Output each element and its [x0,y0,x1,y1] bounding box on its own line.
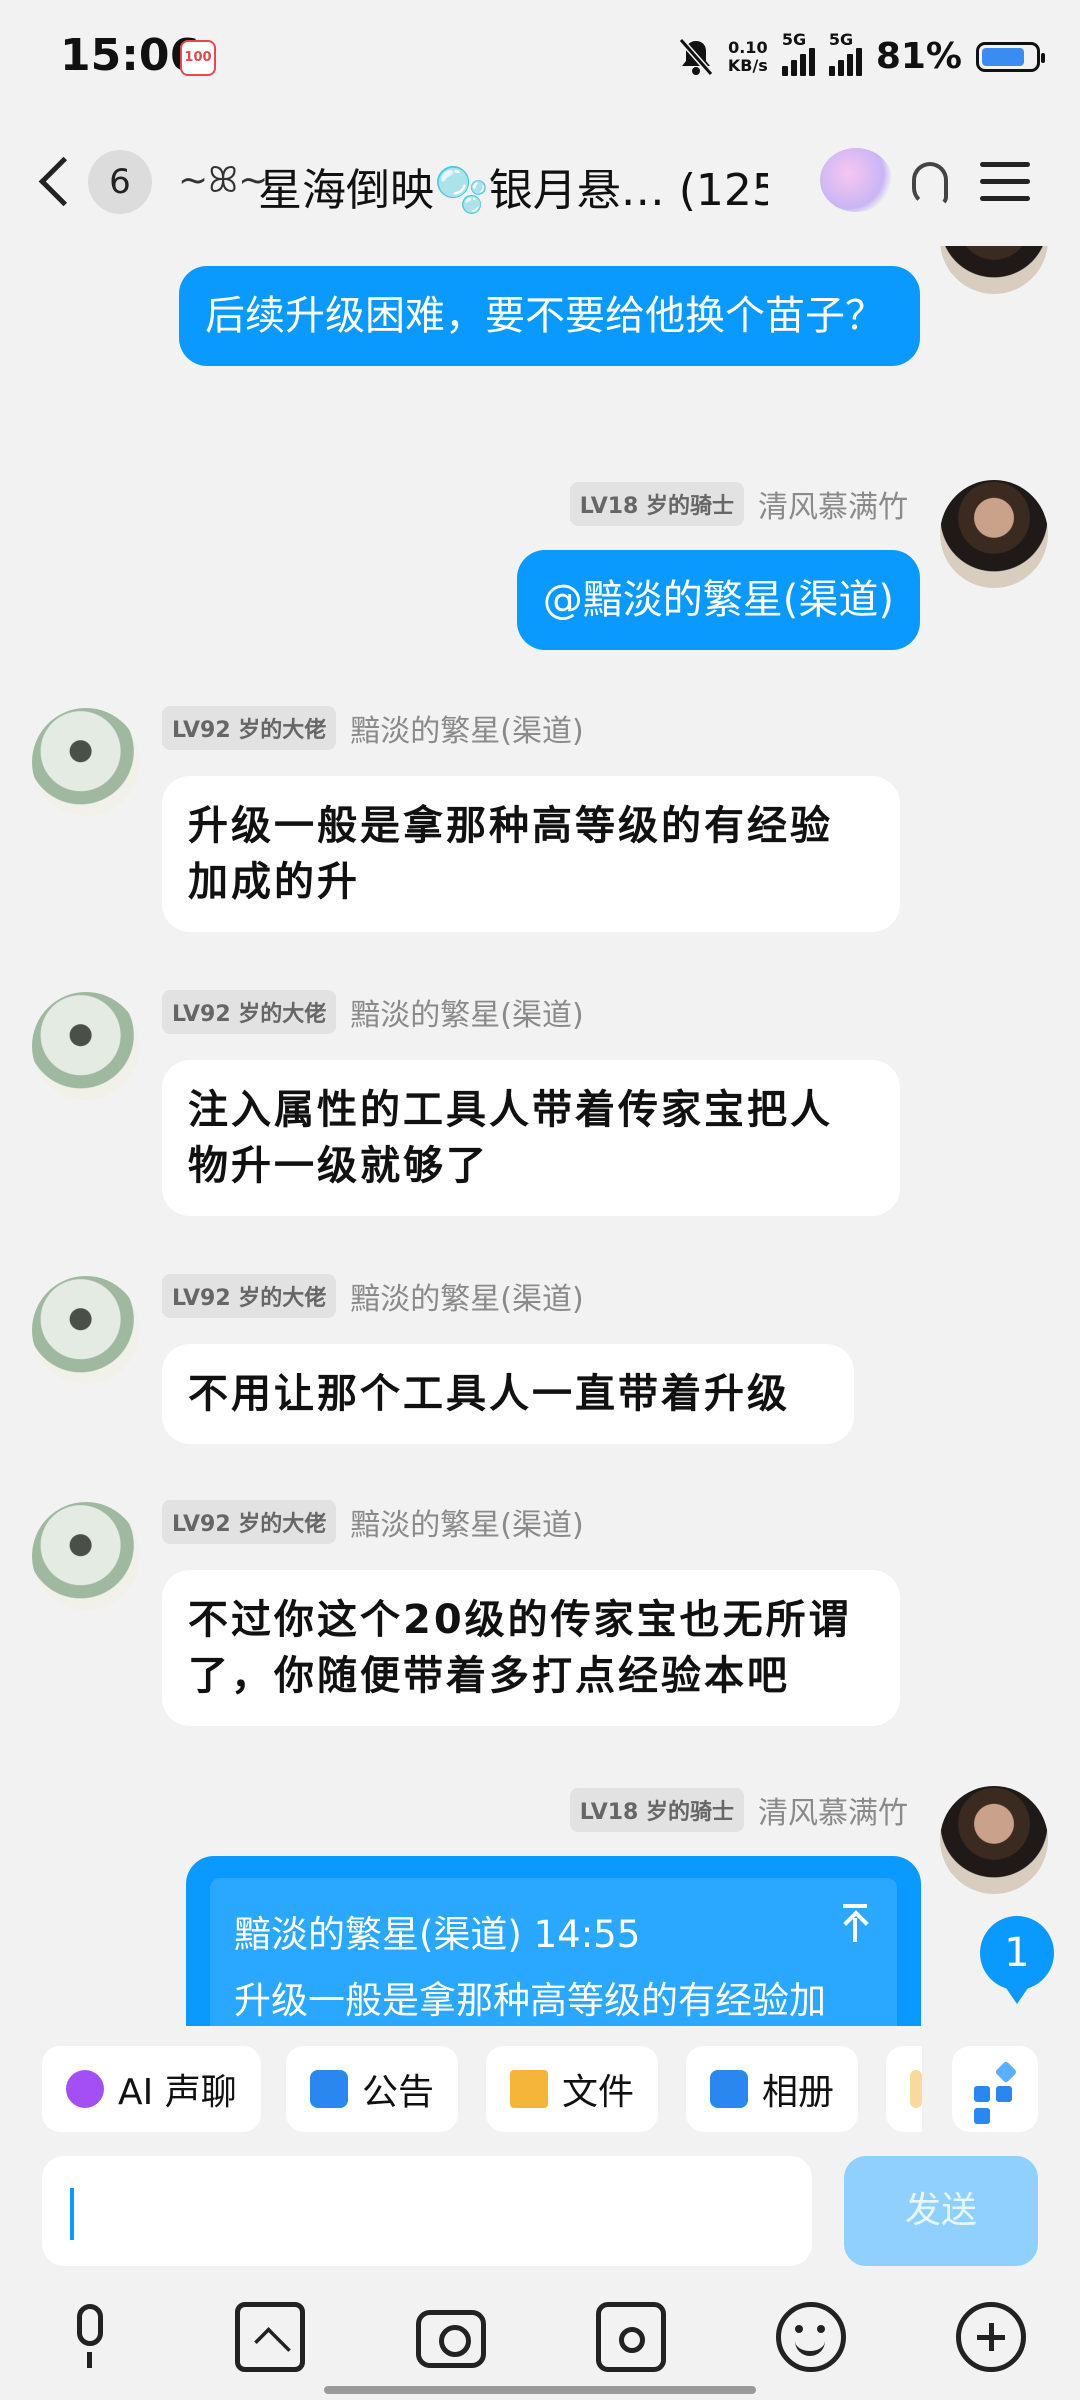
avatar[interactable] [32,1276,140,1384]
group-title[interactable]: 星海倒映🫧银月悬… (1253) [258,154,768,218]
message-input[interactable] [42,2156,812,2266]
battery-icon [976,41,1045,72]
album-button[interactable]: 相册 [686,2046,859,2132]
ai-voice-button[interactable]: AI 声聊 [42,2046,261,2132]
message-bubble[interactable]: @黯淡的繁星(渠道) [516,550,920,650]
notification-app-icon: 100 [180,40,216,76]
folder-icon [510,2070,548,2108]
menu-icon[interactable] [980,162,1030,202]
image-icon[interactable] [235,2302,305,2372]
sender-meta: LV18 岁的骑士 清风慕满竹 [569,482,908,526]
jump-to-original-icon[interactable] [835,1904,875,1944]
bell-off-icon [678,37,714,76]
sender-name[interactable]: 黯淡的繁星(渠道) [350,990,583,1034]
quick-action-label: 相册 [762,2072,835,2113]
home-indicator[interactable] [324,2386,756,2394]
unread-count-badge[interactable]: 6 [88,150,152,214]
avatar[interactable] [32,1502,140,1610]
group-mascot-icon[interactable] [820,148,892,212]
more-quick-action-button[interactable] [886,2046,922,2132]
sender-meta: LV92 岁的大佬 黯淡的繁星(渠道) [162,706,584,750]
more-action-icon [910,2070,922,2108]
message-bubble[interactable]: 不用让那个工具人一直带着升级 [162,1344,854,1444]
quick-action-label: 公告 [362,2072,435,2113]
quick-action-label: 文件 [562,2072,635,2113]
sender-meta: LV18 岁的骑士 清风慕满竹 [569,1788,908,1832]
avatar[interactable] [32,708,140,816]
group-decoration-icon: ~ꕤ~ [178,160,269,201]
ear-icon[interactable] [912,162,948,206]
message-list[interactable]: 后续升级困难，要不要给他换个苗子？ LV18 岁的骑士 清风慕满竹 @黯淡的繁星… [0,246,1080,2026]
sender-meta: LV92 岁的大佬 黯淡的繁星(渠道) [162,990,584,1034]
chat-header: 6 ~ꕤ~ 星海倒映🫧银月悬… (1253) [0,120,1080,246]
ai-voice-icon [66,2070,104,2108]
input-panel: AI 声聊 公告 文件 相册 发送 [0,2026,1080,2400]
send-button[interactable]: 发送 [844,2156,1038,2266]
avatar[interactable] [940,1786,1048,1894]
message-bubble[interactable]: 升级一般是拿那种高等级的有经验加成的升 [162,776,900,932]
battery-percent: 81% [875,36,962,77]
sender-name[interactable]: 黯淡的繁星(渠道) [350,1274,583,1318]
sender-name[interactable]: 黯淡的繁星(渠道) [350,1500,583,1544]
signal-sim2-icon: 5G [828,30,862,76]
quick-action-bar[interactable]: AI 声聊 公告 文件 相册 [42,2046,922,2136]
status-bar: 15:06 100 0.10 KB/s 5G 5G 81% [0,0,1080,120]
sender-meta: LV92 岁的大佬 黯淡的繁星(渠道) [162,1500,584,1544]
network-speed: 0.10 KB/s [727,37,768,75]
message-bubble[interactable]: 后续升级困难，要不要给他换个苗子？ [179,266,920,366]
message-bubble[interactable]: 不过你这个20级的传家宝也无所谓了，你随便带着多打点经验本吧 [162,1570,900,1726]
level-badge: LV92 岁的大佬 [162,990,337,1034]
files-button[interactable]: 文件 [486,2046,659,2132]
back-icon[interactable] [36,152,76,212]
quick-action-label: AI 声聊 [118,2072,237,2113]
level-badge: LV18 岁的骑士 [569,482,744,526]
apps-grid-button[interactable] [952,2046,1038,2132]
signal-sim1-icon: 5G [781,30,815,76]
level-badge: LV92 岁的大佬 [162,1500,337,1544]
level-badge: LV92 岁的大佬 [162,706,337,750]
sender-name[interactable]: 清风慕满竹 [758,1788,908,1832]
announcement-button[interactable]: 公告 [286,2046,459,2132]
message-bubble[interactable]: 注入属性的工具人带着传家宝把人物升一级就够了 [162,1060,900,1216]
level-badge: LV92 岁的大佬 [162,1274,337,1318]
sender-name[interactable]: 清风慕满竹 [758,482,908,526]
status-indicators: 0.10 KB/s 5G 5G 81% [678,30,1045,77]
new-message-badge[interactable]: 1 [980,1916,1054,2004]
quoted-sender-time: 黯淡的繁星(渠道) 14:55 [234,1913,641,1956]
text-cursor [70,2188,74,2240]
red-packet-icon[interactable] [596,2302,666,2372]
quote-reply-bubble[interactable]: 黯淡的繁星(渠道) 14:55 升级一般是拿那种高等级的有经验加 [186,1856,921,2026]
emoji-icon[interactable] [776,2302,846,2372]
avatar[interactable] [32,992,140,1100]
sender-meta: LV92 岁的大佬 黯淡的繁星(渠道) [162,1274,584,1318]
sender-name[interactable]: 黯淡的繁星(渠道) [350,706,583,750]
album-icon [710,2070,748,2108]
avatar[interactable] [940,480,1048,588]
level-badge: LV18 岁的骑士 [569,1788,744,1832]
quoted-message[interactable]: 黯淡的繁星(渠道) 14:55 升级一般是拿那种高等级的有经验加 [210,1878,897,2026]
announcement-icon [310,2070,348,2108]
microphone-icon[interactable] [55,2302,125,2372]
avatar[interactable] [940,246,1048,294]
input-toolbar [0,2290,1080,2390]
plus-icon[interactable] [956,2302,1026,2372]
quoted-text: 升级一般是拿那种高等级的有经验加 [234,1979,826,2022]
camera-icon[interactable] [416,2310,486,2368]
